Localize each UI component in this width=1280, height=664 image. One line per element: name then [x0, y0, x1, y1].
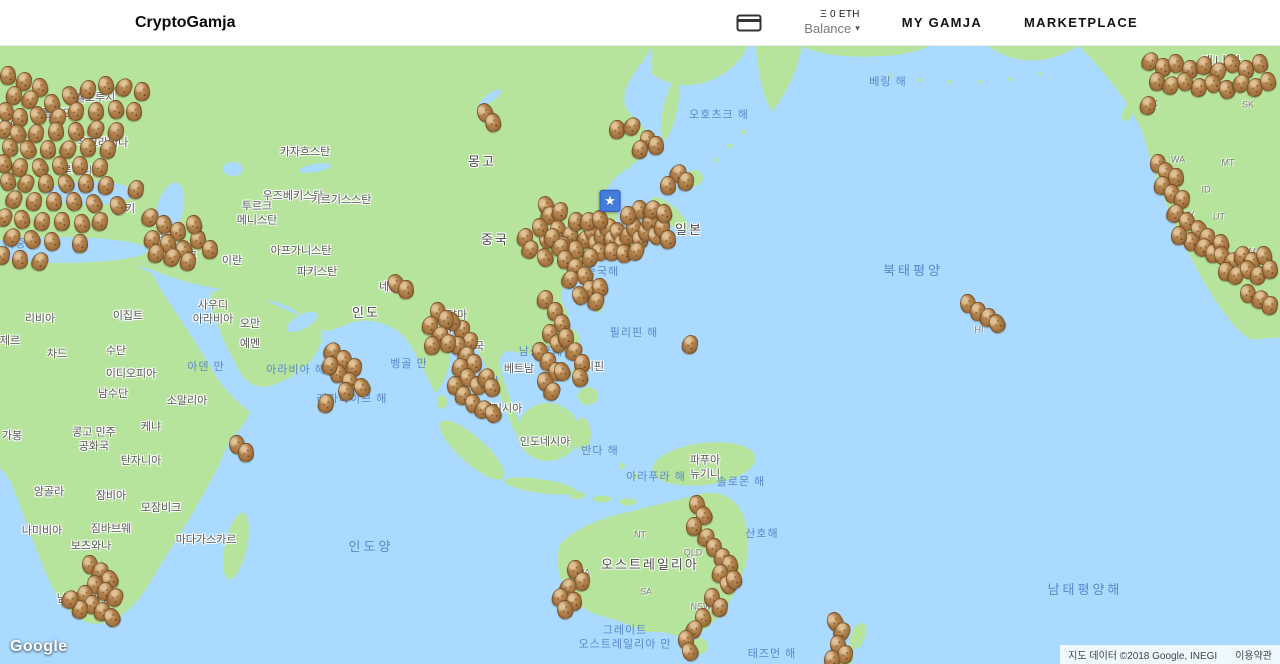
potato-marker[interactable]	[23, 190, 45, 213]
potato-marker[interactable]	[482, 376, 502, 399]
potato-marker[interactable]	[46, 192, 62, 211]
potato-marker[interactable]	[77, 78, 99, 101]
potato-marker[interactable]	[1137, 94, 1159, 117]
star-icon: ★	[604, 192, 616, 208]
header: CryptoGamja Ξ 0 ETH Balance ▾ MY GAMJA M…	[0, 0, 1280, 46]
potato-marker[interactable]	[398, 280, 414, 299]
nav-marketplace[interactable]: MARKETPLACE	[1024, 15, 1138, 30]
balance-dropdown[interactable]: Ξ 0 ETH Balance ▾	[804, 9, 860, 37]
potato-marker[interactable]	[125, 178, 147, 201]
eth-amount: Ξ 0 ETH	[820, 8, 860, 20]
potato-marker[interactable]	[1262, 260, 1278, 279]
balance-label: Balance	[804, 20, 852, 36]
chevron-down-icon: ▾	[855, 23, 860, 34]
potato-marker[interactable]	[54, 212, 70, 231]
potato-marker[interactable]	[38, 174, 54, 193]
map-data-text: 지도 데이터 ©2018 Google, INEGI	[1068, 651, 1218, 662]
header-right: Ξ 0 ETH Balance ▾ MY GAMJA MARKETPLACE	[736, 9, 1138, 37]
potato-marker[interactable]	[72, 212, 92, 235]
potato-marker[interactable]	[89, 210, 111, 233]
potato-marker[interactable]	[660, 230, 676, 249]
credit-card-icon[interactable]	[736, 14, 762, 32]
potato-marker[interactable]	[660, 176, 676, 195]
potato-marker[interactable]	[106, 193, 130, 218]
potato-marker[interactable]	[126, 102, 142, 121]
potato-marker[interactable]	[238, 443, 254, 462]
map-attribution: 지도 데이터 ©2018 Google, INEGI 이용약관	[1060, 645, 1280, 664]
potato-marker[interactable]	[28, 249, 52, 274]
potato-marker[interactable]	[648, 136, 664, 155]
potato-marker[interactable]	[620, 206, 636, 225]
potato-layer	[0, 46, 1280, 664]
potato-marker[interactable]	[12, 208, 32, 231]
google-logo[interactable]: Google	[10, 638, 68, 656]
potato-marker[interactable]	[424, 336, 440, 355]
potato-marker[interactable]	[31, 210, 53, 233]
potato-marker[interactable]	[824, 650, 840, 664]
potato-marker[interactable]	[112, 75, 136, 100]
potato-marker[interactable]	[1171, 226, 1187, 245]
logo[interactable]: CryptoGamja	[135, 14, 235, 32]
potato-marker[interactable]	[0, 244, 13, 267]
nav-my-gamja[interactable]: MY GAMJA	[902, 15, 982, 30]
potato-marker[interactable]	[106, 98, 126, 121]
potato-marker[interactable]	[72, 156, 88, 175]
potato-marker[interactable]	[20, 227, 44, 252]
potato-marker[interactable]	[64, 190, 84, 213]
potato-marker[interactable]	[88, 102, 104, 121]
potato-marker[interactable]	[40, 140, 56, 159]
terms-link[interactable]: 이용약관	[1235, 647, 1272, 662]
potato-marker[interactable]	[202, 240, 218, 259]
potato-marker[interactable]	[95, 174, 117, 197]
potato-marker[interactable]	[12, 250, 28, 269]
potato-marker[interactable]	[80, 138, 96, 157]
potato-marker[interactable]	[679, 333, 701, 356]
main-nav: MY GAMJA MARKETPLACE	[902, 15, 1138, 30]
potato-marker[interactable]	[42, 230, 62, 253]
potato-marker[interactable]	[315, 392, 337, 415]
potato-marker[interactable]	[134, 82, 150, 101]
selected-marker[interactable]: ★	[599, 189, 621, 212]
potato-marker[interactable]	[78, 174, 94, 193]
potato-marker[interactable]	[96, 74, 116, 97]
map[interactable]: 몽고중국일본인도캐나다오스트레일리아벨로루시폴란드독일우크라이나루마니아카자흐스…	[0, 46, 1280, 664]
potato-marker[interactable]	[48, 122, 64, 141]
potato-marker[interactable]	[72, 234, 88, 253]
potato-marker[interactable]	[483, 111, 503, 134]
potato-marker[interactable]	[0, 66, 16, 85]
